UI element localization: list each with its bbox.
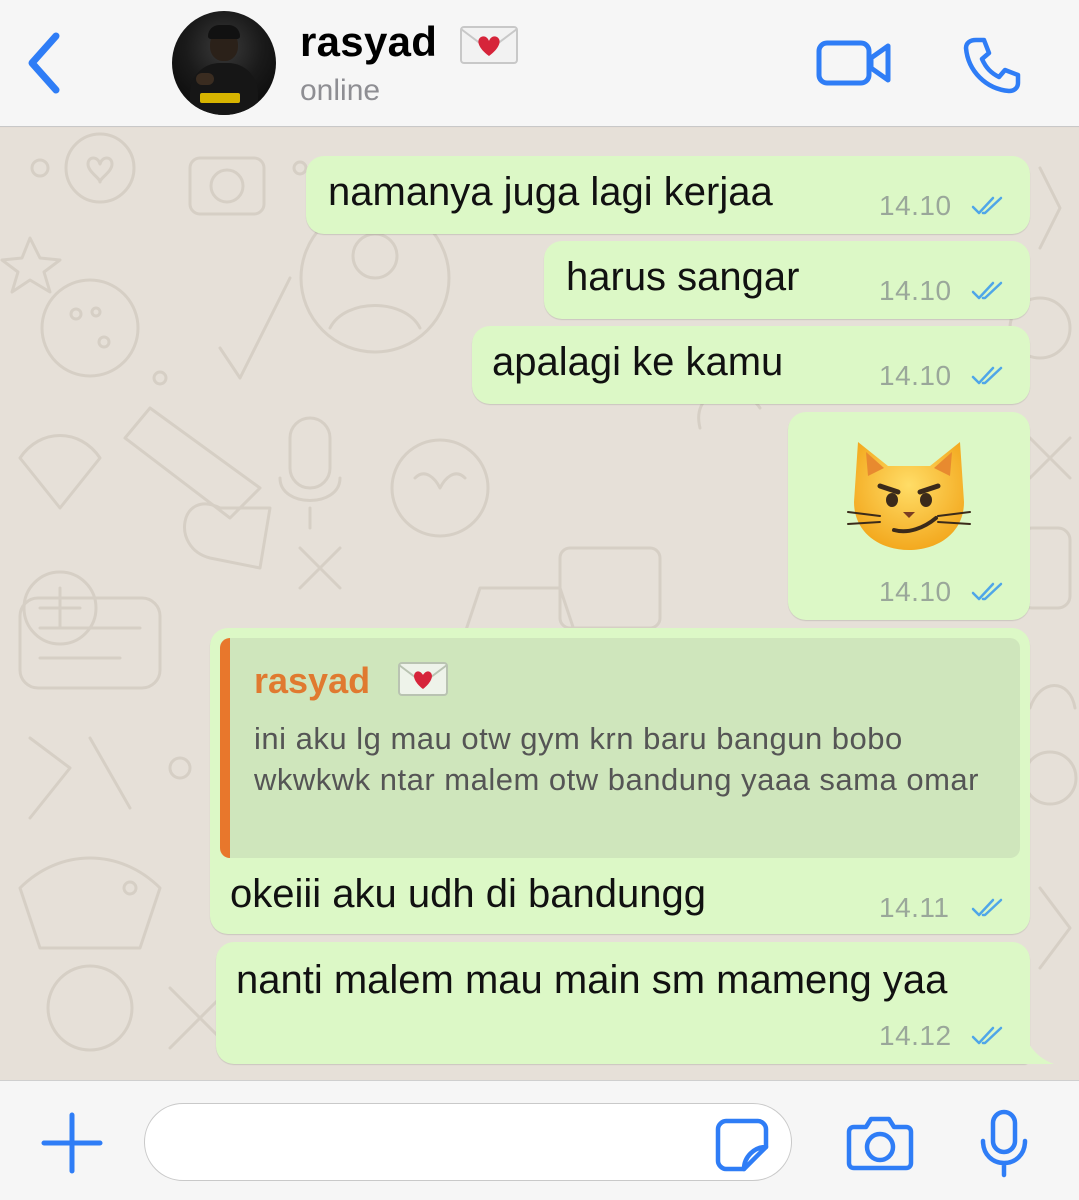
contact-name[interactable]: rasyad: [300, 18, 437, 66]
avatar[interactable]: [172, 11, 276, 115]
quoted-sender-name: rasyad: [254, 660, 371, 701]
quote-accent-bar: [220, 638, 230, 858]
message-bubble[interactable]: namanya juga lagi kerjaa 14.10: [306, 156, 1030, 234]
smirking-cat-emoji: [847, 442, 971, 550]
message-time: 14.12: [879, 1020, 952, 1051]
camera-icon[interactable]: [846, 1115, 914, 1171]
chevron-left-icon[interactable]: [22, 30, 66, 96]
message-time: 14.10: [879, 360, 952, 391]
message-text: nanti malem mau main sm mameng yaa: [236, 958, 948, 1002]
phone-icon[interactable]: [962, 36, 1022, 94]
microphone-icon[interactable]: [978, 1109, 1030, 1179]
chat-area[interactable]: namanya juga lagi kerjaa 14.10 harus san…: [0, 128, 1079, 1080]
sticker-icon[interactable]: [714, 1117, 770, 1173]
reply-message-bubble[interactable]: rasyad ini aku lg mau otw gym krn baru b…: [210, 628, 1030, 934]
contact-status: online: [300, 74, 381, 107]
message-time: 14.11: [879, 892, 950, 923]
message-bubble[interactable]: nanti malem mau main sm mameng yaa 14.12: [216, 942, 1030, 1064]
message-text: okeiii aku udh di bandungg: [230, 872, 706, 916]
message-input[interactable]: [144, 1103, 792, 1181]
message-bubble[interactable]: 14.10: [788, 412, 1030, 620]
love-letter-emoji: [460, 26, 518, 64]
video-camera-icon[interactable]: [816, 38, 892, 88]
message-text: namanya juga lagi kerjaa: [328, 170, 773, 214]
composer-bar: [0, 1080, 1079, 1200]
quoted-message[interactable]: rasyad ini aku lg mau otw gym krn baru b…: [220, 638, 1020, 858]
plus-icon[interactable]: [40, 1111, 104, 1175]
message-time: 14.10: [879, 576, 952, 607]
double-check-icon: [971, 196, 1003, 215]
message-bubble[interactable]: harus sangar 14.10: [544, 241, 1030, 319]
double-check-icon: [971, 898, 1003, 917]
bubble-tail: [1024, 1034, 1054, 1064]
message-time: 14.10: [879, 275, 952, 306]
chat-header: rasyad online: [0, 0, 1079, 127]
message-time: 14.10: [879, 190, 952, 221]
double-check-icon: [971, 366, 1003, 385]
double-check-icon: [971, 1026, 1003, 1045]
message-text: harus sangar: [566, 255, 800, 299]
love-letter-emoji: [398, 662, 448, 696]
double-check-icon: [971, 582, 1003, 601]
double-check-icon: [971, 281, 1003, 300]
quoted-message-text: ini aku lg mau otw gym krn baru bangun b…: [254, 721, 979, 797]
message-text: apalagi ke kamu: [492, 340, 784, 384]
message-bubble[interactable]: apalagi ke kamu 14.10: [472, 326, 1030, 404]
